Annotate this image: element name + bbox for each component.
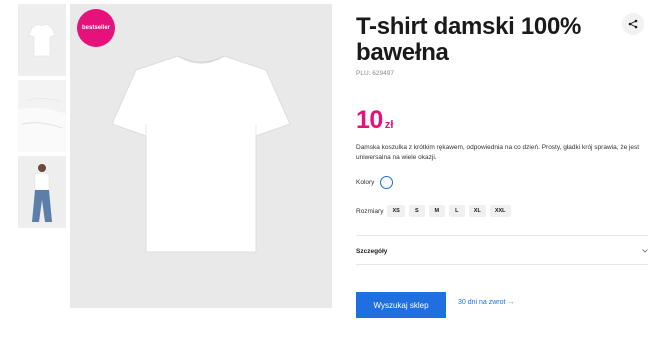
chevron-down-icon <box>642 249 648 253</box>
color-selector: Kolory <box>356 176 394 189</box>
price-currency: zł <box>384 119 394 131</box>
share-icon <box>628 19 638 29</box>
returns-link[interactable]: 30 dni na zwrot → <box>458 299 514 306</box>
main-product-image: bestseller <box>70 4 332 308</box>
details-label: Szczegóły <box>356 247 388 255</box>
sizes-label: Rozmiary <box>356 207 384 215</box>
size-option-xl[interactable]: XL <box>468 205 486 217</box>
size-option-m[interactable]: M <box>428 205 445 217</box>
thumbnail-model[interactable] <box>18 156 66 228</box>
share-button[interactable] <box>622 13 644 35</box>
price-value: 10 <box>356 106 383 134</box>
divider <box>356 235 648 236</box>
product-title: T-shirt damski 100% bawełna <box>356 13 582 66</box>
size-option-xxl[interactable]: XXL <box>489 205 511 217</box>
size-option-xs[interactable]: XS <box>387 205 405 217</box>
model-photo-image <box>18 156 66 228</box>
find-store-button[interactable]: Wyszukaj sklep <box>356 292 446 318</box>
tshirt-thumbnail-image <box>18 4 66 76</box>
thumbnail-strip <box>18 4 66 232</box>
thumbnail-fabric[interactable] <box>18 80 66 152</box>
size-selector: Rozmiary XS S M L XL XXL <box>356 205 511 217</box>
divider <box>356 264 648 265</box>
bestseller-badge: bestseller <box>77 9 115 47</box>
product-description: Damska koszulka z krótkim rękawem, odpow… <box>356 144 640 161</box>
details-accordion[interactable]: Szczegóły <box>356 240 648 262</box>
product-price: 10 zł <box>356 106 393 135</box>
size-option-s[interactable]: S <box>408 205 425 217</box>
thumbnail-front[interactable] <box>18 4 66 76</box>
product-plu: PLU: 629497 <box>356 70 394 77</box>
color-swatch-white[interactable] <box>380 176 394 189</box>
colors-label: Kolory <box>356 179 375 186</box>
tshirt-image <box>70 4 332 308</box>
fabric-detail-image <box>18 80 66 152</box>
size-option-l[interactable]: L <box>448 205 465 217</box>
